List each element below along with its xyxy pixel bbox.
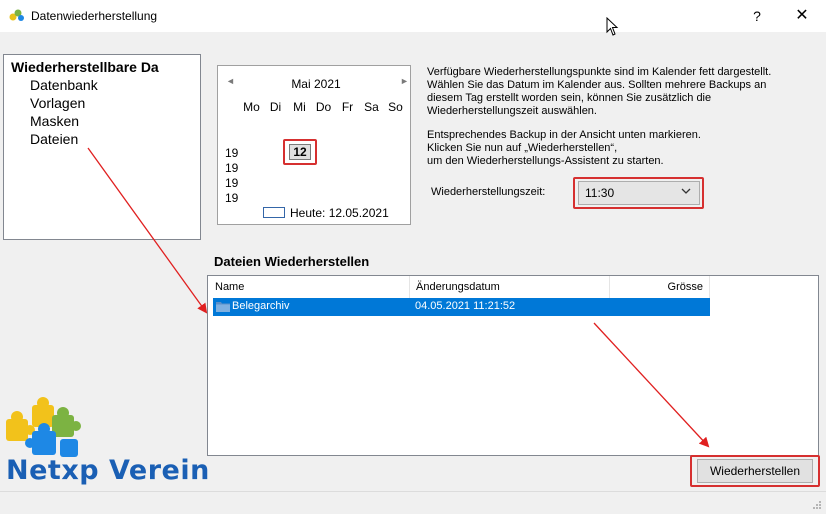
- annotation-arrow: [87, 147, 208, 314]
- annotation-arrow: [593, 322, 710, 448]
- annotation-arrows: [87, 147, 710, 448]
